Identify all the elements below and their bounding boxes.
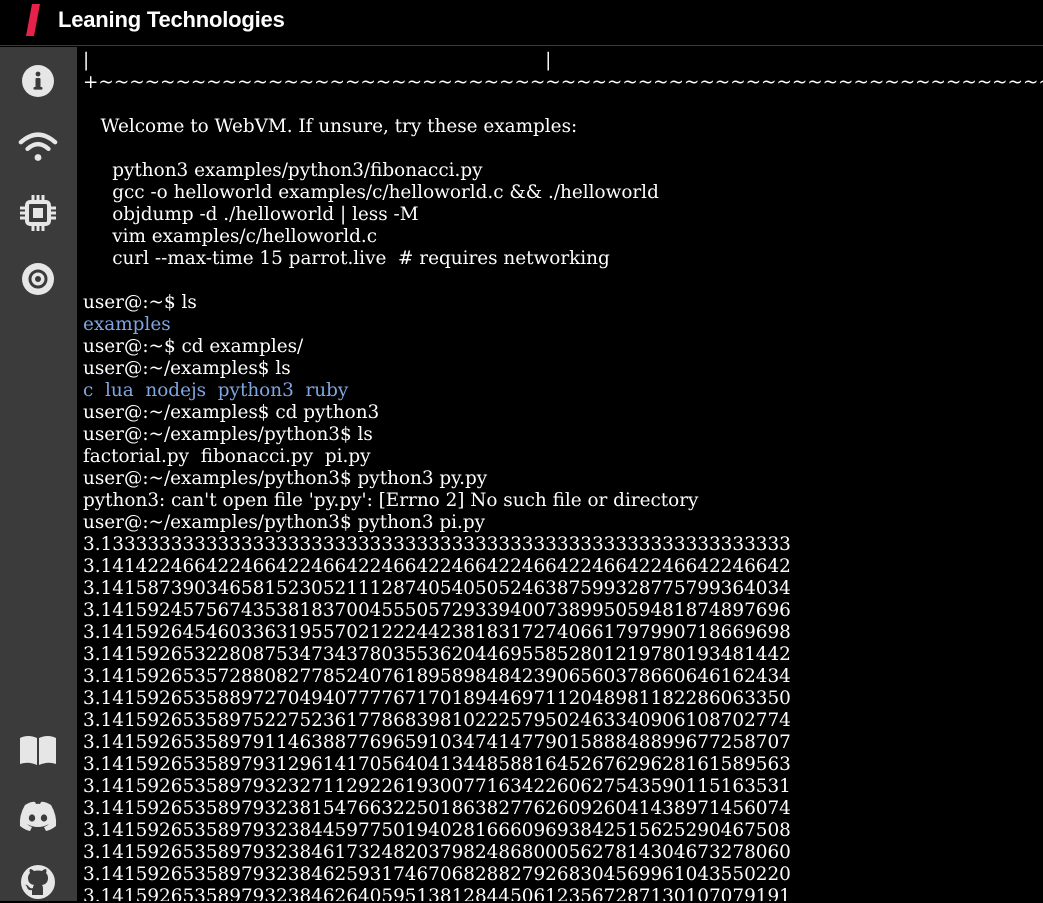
cpu-icon[interactable] [17,192,59,234]
terminal-line: 3.14158739034658152305211128740540505246… [83,578,791,599]
terminal-line: user@:~$ cd examples/ [83,336,304,357]
terminal-line: user@:~/examples$ ls [83,358,291,379]
terminal-line: 3.14159265357288082778524076189589848423… [83,666,791,687]
terminal-line: 3.14159265322808753473437803553620446955… [83,644,791,665]
terminal-line: 3.14159265358979323271129226193007716342… [83,776,791,797]
terminal-line: 3.14159265358979114638877696591034741477… [83,732,791,753]
terminal-line: python3: can't open file 'py.py': [Errno… [83,490,699,511]
terminal-line: 3.14159265358975227523617786839810222579… [83,710,791,731]
leaning-logo-icon [26,4,40,36]
terminal-line: user@:~/examples/python3$ ls [83,424,373,445]
terminal-line: user@:~/examples/python3$ python3 py.py [83,468,488,489]
terminal-line: 3.14159265358979323844597750194028166609… [83,820,791,841]
terminal-line: 3.14159265358979323846259317467068288279… [83,864,791,885]
terminal-line: user@:~/examples$ cd python3 [83,402,380,423]
terminal-screen[interactable]: | | +~~~~~~~~~~~~~~~~~~~~~~~~~~~~~~~~~~~~… [77,47,1043,901]
brand-title: Leaning Technologies [58,7,285,32]
github-icon[interactable] [17,861,59,903]
terminal-line: Welcome to WebVM. If unsure, try these e… [83,116,578,137]
terminal-line: 3.14159265358979323815476632250186382776… [83,798,791,819]
disk-icon[interactable] [17,258,59,300]
terminal-line: 3.14159265358979323846173248203798248680… [83,842,791,863]
terminal-line: user@:~$ ls [83,292,197,313]
terminal-line: +~~~~~~~~~~~~~~~~~~~~~~~~~~~~~~~~~~~~~~~… [83,72,1043,93]
terminal-line: examples [83,314,171,335]
terminal-line: 3.13333333333333333333333333333333333333… [83,534,791,555]
terminal-line: 3.14159245756743538183700455505729339400… [83,600,791,621]
terminal-line: | | [83,50,552,71]
terminal-line: curl --max-time 15 parrot.live # require… [83,248,610,269]
terminal-line: c lua nodejs python3 ruby [83,380,349,401]
discord-icon[interactable] [17,795,59,837]
terminal-line: 3.14142246642246642246642246642246642246… [83,556,791,577]
terminal-line: objdump -d ./helloworld | less -M [83,204,419,225]
terminal-line: 3.14159265358897270494077776717018944697… [83,688,791,709]
terminal-line: python3 examples/python3/fibonacci.py [83,160,483,181]
sidebar [0,47,77,901]
info-icon[interactable] [17,60,59,102]
terminal-line: 3.14159265358979323846264059513812844506… [83,886,791,901]
terminal-line: 3.14159265358979312961417056404134485881… [83,754,791,775]
wifi-icon[interactable] [17,126,59,168]
book-icon[interactable] [17,729,59,771]
app-header: Leaning Technologies [0,0,1043,46]
terminal-line: vim examples/c/helloworld.c [83,226,378,247]
terminal-line: 3.14159264546033631955702122244238183172… [83,622,791,643]
terminal-output: | | +~~~~~~~~~~~~~~~~~~~~~~~~~~~~~~~~~~~~… [83,50,1043,901]
terminal-line: factorial.py fibonacci.py pi.py [83,446,371,467]
terminal-line: gcc -o helloworld examples/c/helloworld.… [83,182,659,203]
terminal-line: user@:~/examples/python3$ python3 pi.py [83,512,486,533]
